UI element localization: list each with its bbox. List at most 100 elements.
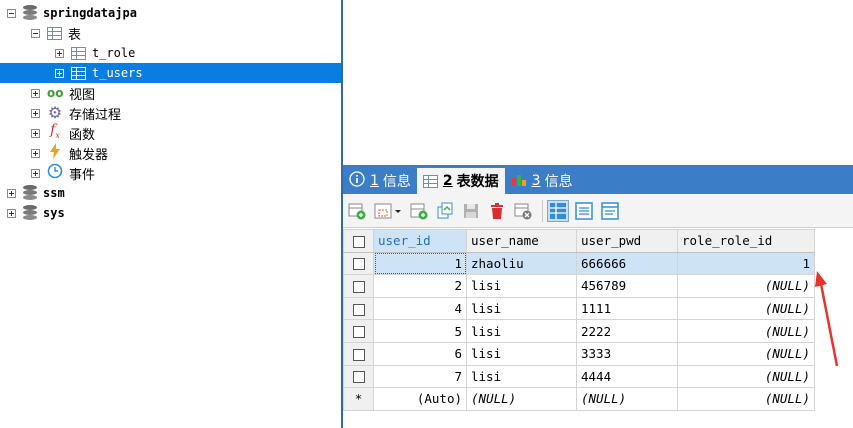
tree-item-procedures[interactable]: ⚙ 存储过程 xyxy=(0,103,341,123)
table-row[interactable]: 4 lisi 1111 (NULL) xyxy=(343,296,815,321)
tab-info-1[interactable]: 1 信息 xyxy=(343,168,417,194)
tree-item-t-role[interactable]: t_role xyxy=(0,43,341,63)
table-row[interactable]: 2 lisi 456789 (NULL) xyxy=(343,274,815,298)
column-header[interactable]: user_pwd xyxy=(576,229,678,253)
tab-info-3[interactable]: 3 信息 xyxy=(505,168,579,194)
text-view-button[interactable] xyxy=(599,200,621,222)
checkbox[interactable] xyxy=(352,280,365,293)
filter-icon xyxy=(374,203,401,218)
tree-item-events[interactable]: 事件 xyxy=(0,163,341,183)
expand-toggle[interactable] xyxy=(7,208,16,218)
cell-user-name[interactable]: lisi xyxy=(466,319,577,343)
cell-user-id[interactable]: 1 xyxy=(373,251,467,276)
cell-user-id[interactable]: 2 xyxy=(373,274,467,298)
tree-item-sys[interactable]: sys xyxy=(0,203,341,223)
cell-user-id[interactable]: (Auto) xyxy=(373,387,467,411)
tab-table-data[interactable]: 2 表数据 xyxy=(416,168,505,194)
cell-user-name[interactable]: zhaoliu xyxy=(466,251,577,276)
grid-plus-icon xyxy=(348,203,366,219)
cell-user-id[interactable]: 6 xyxy=(373,341,467,366)
insert-row-button[interactable] xyxy=(408,200,430,222)
cell-user-id[interactable]: 4 xyxy=(373,296,467,321)
cell-user-pwd[interactable]: 2222 xyxy=(576,319,678,343)
select-all-checkbox-cell[interactable] xyxy=(343,229,374,253)
cancel-changes-button[interactable] xyxy=(512,200,534,222)
table-row[interactable]: 6 lisi 3333 (NULL) xyxy=(343,341,815,366)
table-row[interactable]: 7 lisi 4444 (NULL) xyxy=(343,364,815,389)
cell-user-id[interactable]: 7 xyxy=(373,364,467,389)
tree-item-ssm[interactable]: ssm xyxy=(0,183,341,203)
save-button[interactable] xyxy=(460,200,482,222)
cell-user-pwd[interactable]: 456789 xyxy=(576,274,678,298)
clock-icon xyxy=(47,163,63,183)
database-icon xyxy=(23,5,37,21)
row-selector[interactable] xyxy=(343,251,374,276)
cell-role-role-id[interactable]: (NULL) xyxy=(677,341,815,366)
cell-role-role-id[interactable]: (NULL) xyxy=(677,274,815,298)
table-icon xyxy=(71,66,86,80)
tab-number: 3 xyxy=(531,173,541,189)
cell-role-role-id[interactable]: (NULL) xyxy=(677,296,815,321)
cell-role-role-id[interactable]: (NULL) xyxy=(677,319,815,343)
cell-user-pwd[interactable]: 666666 xyxy=(576,251,678,276)
cell-role-role-id[interactable]: (NULL) xyxy=(677,387,815,411)
tree-item-functions[interactable]: fx 函数 xyxy=(0,122,341,143)
cell-user-name[interactable]: (NULL) xyxy=(466,387,577,411)
tree-item-t-users[interactable]: t_users xyxy=(0,63,341,83)
collapse-toggle[interactable] xyxy=(31,28,40,38)
expand-toggle[interactable] xyxy=(31,128,40,138)
expand-toggle[interactable] xyxy=(31,148,40,158)
form-view-button[interactable] xyxy=(573,200,595,222)
expand-toggle[interactable] xyxy=(31,88,40,98)
collapse-toggle[interactable] xyxy=(7,8,16,18)
tree-item-tables-folder[interactable]: 表 xyxy=(0,23,341,43)
tree-item-triggers[interactable]: 触发器 xyxy=(0,143,341,163)
table-row[interactable]: 5 lisi 2222 (NULL) xyxy=(343,319,815,343)
checkbox[interactable] xyxy=(352,258,365,271)
row-selector[interactable] xyxy=(343,364,374,389)
cell-user-pwd[interactable]: 3333 xyxy=(576,341,678,366)
checkbox[interactable] xyxy=(352,303,365,316)
row-selector[interactable] xyxy=(343,341,374,366)
cell-user-name[interactable]: lisi xyxy=(466,364,577,389)
checkbox[interactable] xyxy=(352,348,365,361)
column-header[interactable]: role_role_id xyxy=(677,229,815,253)
expand-toggle[interactable] xyxy=(31,168,40,178)
expand-toggle[interactable] xyxy=(55,68,64,78)
grid-view-button[interactable] xyxy=(547,199,569,222)
expand-toggle[interactable] xyxy=(55,48,64,58)
cell-user-name[interactable]: lisi xyxy=(466,341,577,366)
row-selector[interactable] xyxy=(343,274,374,298)
cell-user-name[interactable]: lisi xyxy=(466,274,577,298)
checkbox[interactable] xyxy=(352,371,365,384)
table-row[interactable]: 1 zhaoliu 666666 1 xyxy=(343,251,815,276)
filter-dropdown-button[interactable] xyxy=(372,200,404,222)
cell-role-role-id[interactable]: (NULL) xyxy=(677,364,815,389)
cell-user-id[interactable]: 5 xyxy=(373,319,467,343)
cell-user-pwd[interactable]: 1111 xyxy=(576,296,678,321)
expand-toggle[interactable] xyxy=(31,108,40,118)
delete-button[interactable] xyxy=(486,200,508,222)
checkbox[interactable] xyxy=(352,326,365,339)
cell-role-role-id[interactable]: 1 xyxy=(677,251,815,276)
cell-user-pwd[interactable]: (NULL) xyxy=(576,387,678,411)
expand-toggle[interactable] xyxy=(7,188,16,198)
tree-item-views[interactable]: oo 视图 xyxy=(0,83,341,103)
add-row-icon xyxy=(410,203,428,219)
cancel-icon xyxy=(514,203,532,219)
tree-item-label: ssm xyxy=(43,186,65,200)
column-header[interactable]: user_id xyxy=(373,229,467,253)
duplicate-row-button[interactable] xyxy=(434,200,456,222)
row-selector[interactable] xyxy=(343,296,374,321)
cell-user-name[interactable]: lisi xyxy=(466,296,577,321)
tree-item-label: t_role xyxy=(92,46,136,60)
import-button[interactable] xyxy=(346,200,368,222)
trash-icon xyxy=(491,202,503,219)
row-selector[interactable] xyxy=(343,319,374,343)
chart-icon xyxy=(511,172,527,190)
cell-user-pwd[interactable]: 4444 xyxy=(576,364,678,389)
tree-item-springdatajpa[interactable]: springdatajpa xyxy=(0,3,341,23)
checkbox[interactable] xyxy=(352,235,365,248)
column-header[interactable]: user_name xyxy=(466,229,577,253)
new-row[interactable]: * (Auto) (NULL) (NULL) (NULL) xyxy=(343,387,815,411)
